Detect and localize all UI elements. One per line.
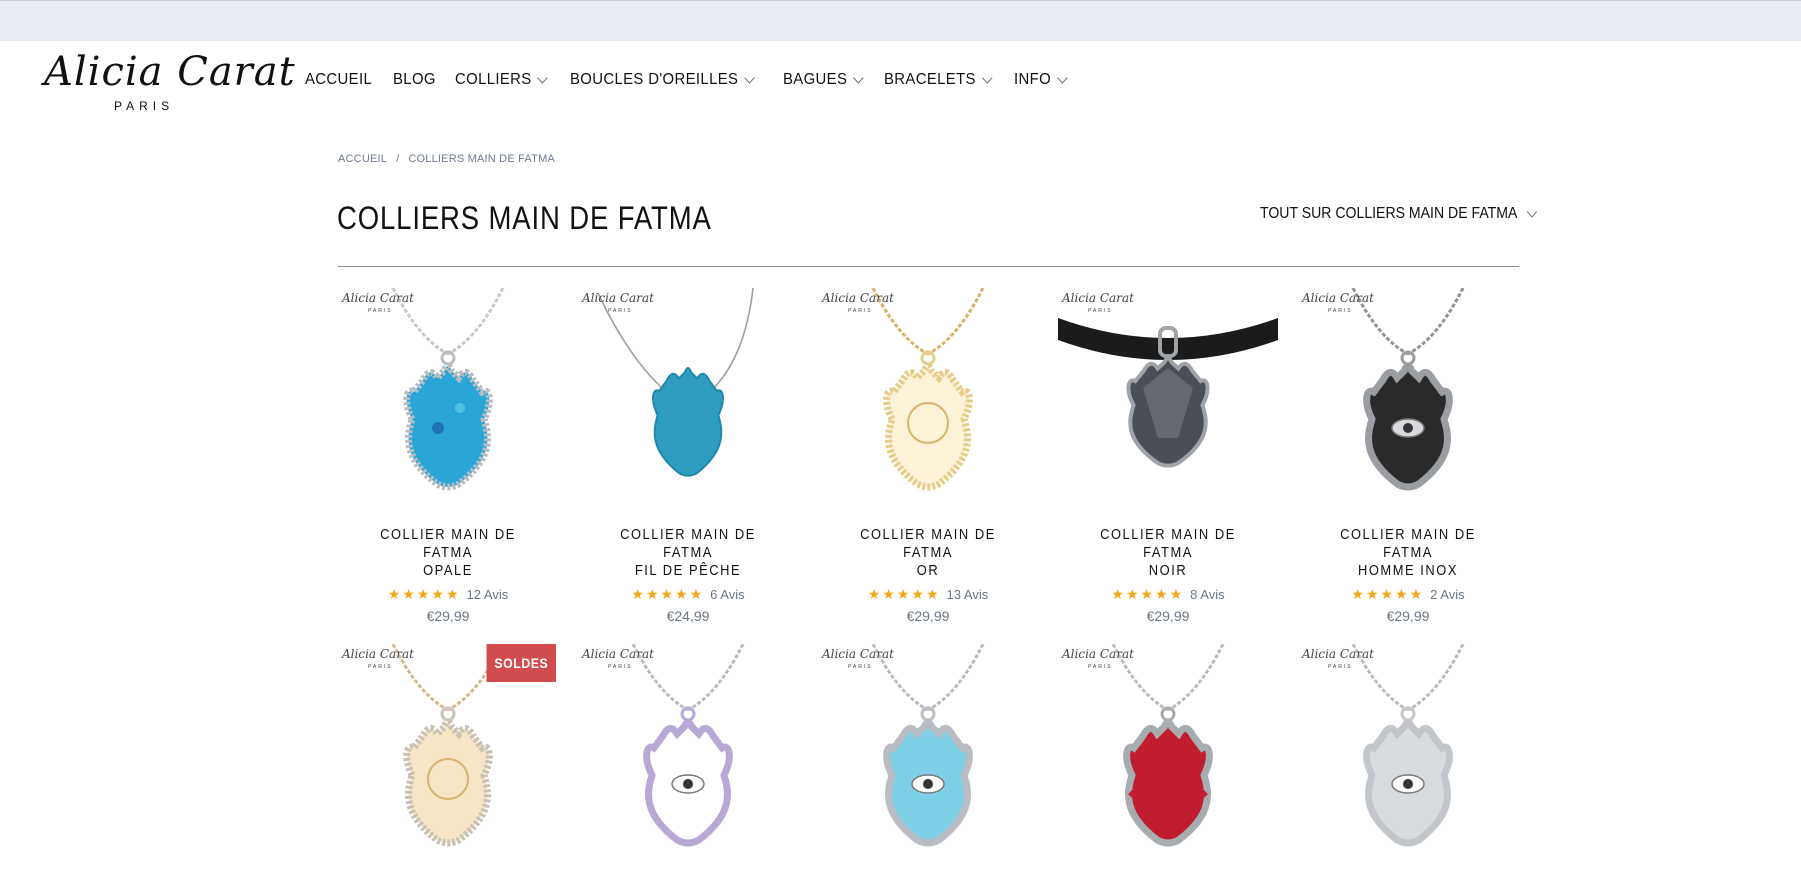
watermark-logo: Alicia Carat PARIS <box>582 647 654 670</box>
breadcrumb-separator: / <box>396 153 400 165</box>
logo-script: Alicia Carat <box>44 49 296 95</box>
product-card[interactable]: Alicia Carat PARIS COLLIER MAIN DE FATMA FI… <box>578 288 798 624</box>
main-nav: ACCUEIL BLOG COLLIERS BOUCLES D'OREILLES BAG… <box>305 71 1086 89</box>
watermark-logo: Alicia Carat PARIS <box>1062 291 1134 314</box>
product-title[interactable]: COLLIER MAIN DE FATMA NOIR <box>1073 526 1262 580</box>
chevron-down-icon <box>1057 72 1068 84</box>
product-title[interactable]: COLLIER MAIN DE FATMA FIL DE PÊCHE <box>593 526 782 580</box>
product-image <box>1351 288 1465 491</box>
product-rating: ★★★★★ 2 Avis <box>1298 586 1518 603</box>
product-card[interactable]: Alicia Carat PARIS COLLIER MAIN DE FATMA NO… <box>1058 288 1278 624</box>
star-rating-icon: ★★★★★ <box>387 586 461 602</box>
nav-item-label: ACCUEIL <box>305 71 373 88</box>
brand-logo[interactable]: Alicia Carat PARIS <box>44 48 295 118</box>
watermark-logo: Alicia Carat PARIS <box>1302 647 1374 670</box>
product-price: €29,99 <box>906 608 950 624</box>
chevron-down-icon <box>1526 206 1537 218</box>
product-card[interactable]: Alicia Carat PARIS <box>578 644 798 864</box>
product-rating: ★★★★★ 13 Avis <box>818 586 1038 603</box>
chevron-down-icon <box>852 72 864 84</box>
watermark-logo: Alicia Carat PARIS <box>1062 647 1134 670</box>
review-count: 8 Avis <box>1190 587 1225 602</box>
star-rating-icon: ★★★★★ <box>867 586 941 602</box>
product-image <box>871 644 985 847</box>
product-price: €29,99 <box>1146 608 1190 624</box>
product-rating: ★★★★★ 8 Avis <box>1058 586 1278 603</box>
review-count: 2 Avis <box>1430 587 1465 602</box>
collection-filter-label: TOUT SUR COLLIERS MAIN DE FATMA <box>1260 205 1518 222</box>
review-count: 6 Avis <box>710 587 745 602</box>
chevron-down-icon <box>743 72 755 84</box>
announcement-bar <box>0 0 1801 41</box>
product-title[interactable]: COLLIER MAIN DE FATMA OR <box>833 526 1022 580</box>
product-thumbnail[interactable]: Alicia Carat PARIS SOLDES <box>338 644 558 864</box>
product-rating: ★★★★★ 12 Avis <box>338 586 558 603</box>
product-image <box>1111 644 1225 847</box>
product-image <box>631 644 745 847</box>
product-thumbnail[interactable]: Alicia Carat PARIS <box>338 288 558 508</box>
watermark-logo: Alicia Carat PARIS <box>1302 291 1374 314</box>
product-title[interactable]: COLLIER MAIN DE FATMA OPALE <box>353 526 542 580</box>
nav-item-label: BLOG <box>393 71 436 88</box>
nav-item-label: COLLIERS <box>455 71 532 88</box>
product-card[interactable]: Alicia Carat PARIS SOLDES <box>338 644 558 864</box>
nav-item-colliers[interactable]: COLLIERS <box>455 71 549 89</box>
product-image <box>391 288 505 491</box>
nav-item-label: BAGUES <box>782 71 847 88</box>
page-title: COLLIERS MAIN DE FATMA <box>337 200 712 236</box>
product-card[interactable]: Alicia Carat PARIS <box>1298 644 1518 864</box>
product-grid: Alicia Carat PARIS COLLIER MAIN DE FATMA OP… <box>338 288 1520 864</box>
star-rating-icon: ★★★★★ <box>631 586 705 602</box>
chevron-down-icon <box>981 72 992 84</box>
product-image <box>1058 318 1278 468</box>
product-image <box>597 288 754 477</box>
nav-item-blog[interactable]: BLOG <box>393 71 436 89</box>
watermark-logo: Alicia Carat PARIS <box>342 291 414 314</box>
watermark-logo: Alicia Carat PARIS <box>822 647 894 670</box>
product-thumbnail[interactable]: Alicia Carat PARIS <box>818 644 1038 864</box>
nav-item-label: INFO <box>1014 71 1052 88</box>
nav-item-label: BOUCLES D'OREILLES <box>569 71 738 88</box>
breadcrumb-current: COLLIERS MAIN DE FATMA <box>408 153 555 165</box>
breadcrumb: ACCUEIL / COLLIERS MAIN DE FATMA <box>338 153 555 165</box>
product-price: €29,99 <box>1386 608 1430 624</box>
product-rating: ★★★★★ 6 Avis <box>578 586 798 603</box>
sale-badge: SOLDES <box>486 644 556 682</box>
product-thumbnail[interactable]: Alicia Carat PARIS <box>1058 288 1278 508</box>
review-count: 13 Avis <box>946 587 989 602</box>
breadcrumb-home-link[interactable]: ACCUEIL <box>338 153 387 165</box>
product-card[interactable]: Alicia Carat PARIS <box>1058 644 1278 864</box>
product-image <box>1351 644 1465 847</box>
product-thumbnail[interactable]: Alicia Carat PARIS <box>1298 644 1518 864</box>
product-thumbnail[interactable]: Alicia Carat PARIS <box>1298 288 1518 508</box>
product-card[interactable]: Alicia Carat PARIS <box>818 644 1038 864</box>
product-price: €24,99 <box>666 608 710 624</box>
review-count: 12 Avis <box>466 587 509 602</box>
nav-item-bagues[interactable]: BAGUES <box>782 71 864 89</box>
product-title[interactable]: COLLIER MAIN DE FATMA HOMME INOX <box>1313 526 1502 580</box>
product-card[interactable]: Alicia Carat PARIS COLLIER MAIN DE FATMA OR… <box>818 288 1038 624</box>
star-rating-icon: ★★★★★ <box>1351 586 1425 602</box>
product-thumbnail[interactable]: Alicia Carat PARIS <box>578 644 798 864</box>
chevron-down-icon <box>537 72 549 84</box>
star-rating-icon: ★★★★★ <box>1111 586 1185 602</box>
logo-city: PARIS <box>114 99 175 113</box>
nav-item-info[interactable]: INFO <box>1014 71 1068 89</box>
watermark-logo: Alicia Carat PARIS <box>582 291 654 314</box>
nav-item-boucles-d-oreilles[interactable]: BOUCLES D'OREILLES <box>569 71 755 89</box>
watermark-logo: Alicia Carat PARIS <box>342 647 414 670</box>
product-card[interactable]: Alicia Carat PARIS COLLIER MAIN DE FATMA HO… <box>1298 288 1518 624</box>
product-price: €29,99 <box>426 608 470 624</box>
nav-item-accueil[interactable]: ACCUEIL <box>305 71 372 89</box>
product-thumbnail[interactable]: Alicia Carat PARIS <box>818 288 1038 508</box>
product-image <box>871 288 985 491</box>
nav-item-bracelets[interactable]: BRACELETS <box>883 71 992 89</box>
product-card[interactable]: Alicia Carat PARIS COLLIER MAIN DE FATMA OP… <box>338 288 558 624</box>
collection-filter-dropdown[interactable]: TOUT SUR COLLIERS MAIN DE FATMA <box>1260 205 1537 223</box>
product-thumbnail[interactable]: Alicia Carat PARIS <box>1058 644 1278 864</box>
title-divider <box>338 266 1519 267</box>
watermark-logo: Alicia Carat PARIS <box>822 291 894 314</box>
nav-item-label: BRACELETS <box>883 71 976 88</box>
product-thumbnail[interactable]: Alicia Carat PARIS <box>578 288 798 508</box>
